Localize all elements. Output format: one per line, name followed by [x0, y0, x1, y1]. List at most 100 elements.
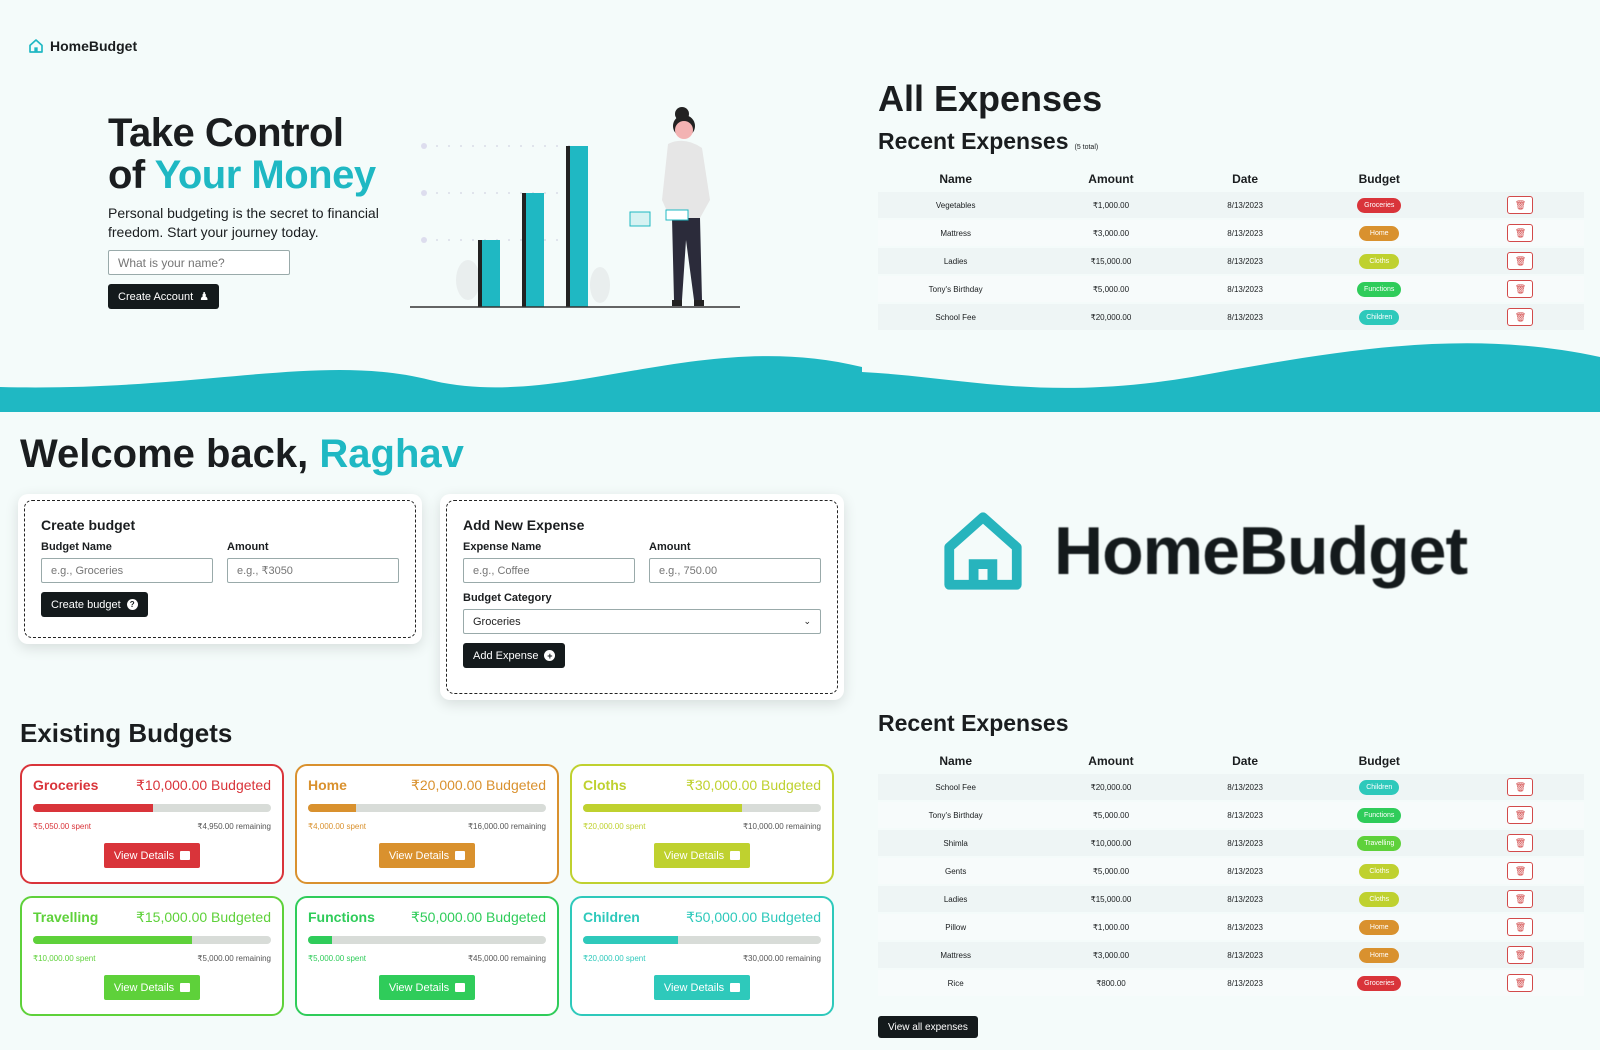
budget-remaining: ₹30,000.00 remaining: [742, 954, 821, 963]
delete-button[interactable]: 🗑: [1507, 834, 1534, 852]
cell-amount: ₹5,000.00: [1033, 276, 1189, 302]
budget-name: Functions: [308, 909, 375, 925]
create-account-label: Create Account: [118, 290, 194, 303]
view-details-label: View Details: [113, 981, 175, 994]
budget-card: Home ₹20,000.00 Budgeted ₹4,000.00 spent…: [295, 764, 559, 884]
create-account-button[interactable]: Create Account ♟: [108, 284, 220, 309]
delete-button[interactable]: 🗑: [1507, 946, 1534, 964]
delete-button[interactable]: 🗑: [1507, 806, 1534, 824]
view-details-label: View Details: [388, 849, 450, 862]
delete-button[interactable]: 🗑: [1507, 252, 1534, 270]
home-icon: [29, 39, 43, 53]
cell-amount: ₹800.00: [1033, 970, 1189, 996]
budget-badge[interactable]: Children: [1359, 779, 1400, 795]
budget-spent: ₹20,000.00 spent: [583, 954, 646, 963]
brand-logo[interactable]: HomeBudget: [28, 38, 137, 54]
view-details-button[interactable]: View Details: [653, 843, 751, 868]
table-row: Pillow ₹1,000.00 8/13/2023 Home 🗑: [878, 914, 1584, 940]
cell-name: School Fee: [878, 774, 1034, 800]
plus-circle-icon: +: [544, 650, 556, 661]
budget-remaining: ₹10,000.00 remaining: [742, 822, 821, 831]
table-row: Gents ₹5,000.00 8/13/2023 Cloths 🗑: [878, 858, 1584, 884]
table-row: Vegetables ₹1,000.00 8/13/2023 Groceries 🗑: [878, 192, 1584, 218]
brand-name-large: HomeBudget: [1054, 513, 1468, 589]
budget-spent: ₹5,000.00 spent: [308, 954, 367, 963]
budget-progress-fill: [33, 936, 192, 944]
budget-badge[interactable]: Children: [1359, 309, 1400, 325]
cell-actions: 🗑: [1456, 802, 1584, 828]
cell-date: 8/13/2023: [1188, 886, 1302, 912]
cell-amount: ₹5,000.00: [1033, 858, 1189, 884]
cell-amount: ₹3,000.00: [1033, 942, 1189, 968]
view-all-expenses-button[interactable]: View all expenses: [878, 1016, 978, 1038]
trash-icon: 🗑: [1514, 199, 1527, 210]
name-input[interactable]: [108, 250, 290, 275]
existing-budgets-title: Existing Budgets: [20, 718, 233, 748]
cell-name: Pillow: [878, 914, 1034, 940]
budget-badge[interactable]: Functions: [1357, 807, 1402, 823]
delete-button[interactable]: 🗑: [1507, 974, 1534, 992]
view-details-label: View Details: [663, 849, 725, 862]
table-row: Mattress ₹3,000.00 8/13/2023 Home 🗑: [878, 220, 1584, 246]
receipt-icon: [180, 983, 191, 992]
col-date: Date: [1232, 754, 1259, 768]
cell-name: Mattress: [878, 942, 1034, 968]
view-details-label: View Details: [113, 849, 175, 862]
budget-name-input[interactable]: [41, 558, 213, 583]
budget-badge[interactable]: Cloths: [1359, 891, 1400, 907]
delete-button[interactable]: 🗑: [1507, 196, 1534, 214]
budget-badge[interactable]: Groceries: [1357, 197, 1402, 213]
trash-icon: 🗑: [1514, 809, 1527, 820]
cell-name: Shimla: [878, 830, 1034, 856]
view-details-button[interactable]: View Details: [378, 843, 476, 868]
receipt-icon: [730, 983, 741, 992]
budget-badge[interactable]: Home: [1359, 225, 1400, 241]
budget-badge[interactable]: Functions: [1357, 281, 1402, 297]
cell-budget: Home: [1301, 220, 1457, 246]
create-budget-label: Create budget: [51, 598, 121, 611]
view-details-button[interactable]: View Details: [103, 975, 201, 1000]
view-details-button[interactable]: View Details: [653, 975, 751, 1000]
budget-badge[interactable]: Groceries: [1357, 975, 1402, 991]
delete-button[interactable]: 🗑: [1507, 862, 1534, 880]
budget-badge[interactable]: Cloths: [1359, 863, 1400, 879]
cell-budget: Groceries: [1301, 192, 1457, 218]
cell-actions: 🗑: [1456, 970, 1584, 996]
add-expense-button[interactable]: Add Expense +: [463, 643, 566, 668]
budget-name-label: Budget Name: [41, 541, 112, 553]
view-details-button[interactable]: View Details: [378, 975, 476, 1000]
receipt-icon: [730, 851, 741, 860]
budget-badge[interactable]: Home: [1359, 947, 1400, 963]
recent-expenses-table: Name Amount Date Budget School Fee ₹20,00…: [878, 748, 1584, 998]
home-icon: [944, 512, 1022, 590]
delete-button[interactable]: 🗑: [1507, 778, 1534, 796]
col-actions: [1457, 168, 1584, 190]
budget-progress-bar: [308, 936, 546, 944]
table-row: Mattress ₹3,000.00 8/13/2023 Home 🗑: [878, 942, 1584, 968]
table-row: Tony's Birthday ₹5,000.00 8/13/2023 Functio…: [878, 802, 1584, 828]
cell-budget: Home: [1301, 942, 1457, 968]
budget-category-select[interactable]: Groceries ⌄: [463, 609, 821, 634]
cell-actions: 🗑: [1456, 220, 1584, 246]
cell-date: 8/13/2023: [1188, 192, 1302, 218]
dashboard-panel: Welcome back, Raghav Create budget Budge…: [0, 412, 862, 1050]
budget-name: Children: [583, 909, 640, 925]
budget-badge[interactable]: Home: [1359, 919, 1400, 935]
budget-amount: ₹50,000.00 Budgeted: [410, 909, 546, 925]
hero-title-accent: Your Money: [154, 153, 376, 197]
budget-badge[interactable]: Cloths: [1359, 253, 1400, 269]
delete-button[interactable]: 🗑: [1507, 308, 1534, 326]
expense-amount-input[interactable]: [649, 558, 821, 583]
delete-button[interactable]: 🗑: [1507, 280, 1534, 298]
trash-icon: 🗑: [1514, 781, 1527, 792]
budget-badge[interactable]: Travelling: [1357, 835, 1402, 851]
budget-amount-input[interactable]: [227, 558, 399, 583]
create-budget-button[interactable]: Create budget ?: [41, 592, 148, 617]
delete-button[interactable]: 🗑: [1507, 224, 1534, 242]
trash-icon: 🗑: [1514, 921, 1527, 932]
delete-button[interactable]: 🗑: [1507, 918, 1534, 936]
view-details-button[interactable]: View Details: [103, 843, 201, 868]
delete-button[interactable]: 🗑: [1507, 890, 1534, 908]
expense-name-input[interactable]: [463, 558, 635, 583]
cell-date: 8/13/2023: [1188, 802, 1302, 828]
